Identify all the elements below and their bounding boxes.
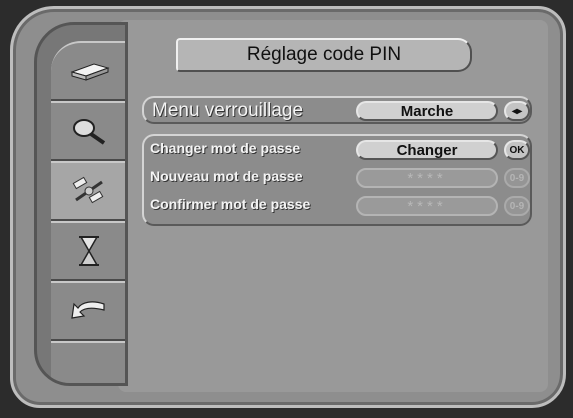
digit-keys-icon: 0-9 bbox=[504, 196, 530, 216]
lock-menu-label: Menu verrouillage bbox=[152, 100, 304, 121]
satellite-icon bbox=[72, 176, 104, 204]
sidebar-item-timer[interactable] bbox=[51, 221, 125, 281]
hourglass-icon bbox=[79, 236, 99, 266]
sidebar-item-search[interactable] bbox=[51, 101, 125, 161]
lock-menu-value[interactable]: Marche bbox=[356, 101, 498, 121]
sidebar bbox=[34, 22, 128, 386]
ok-key-icon: OK bbox=[504, 140, 530, 160]
change-password-button[interactable]: Changer bbox=[356, 140, 498, 160]
page-title: Réglage code PIN bbox=[176, 38, 472, 72]
confirm-password-input[interactable]: **** bbox=[356, 196, 498, 216]
sidebar-item-satellite[interactable] bbox=[51, 161, 125, 221]
sidebar-item-installation[interactable] bbox=[51, 41, 125, 101]
exit-arrow-icon bbox=[71, 301, 105, 319]
receiver-box-icon bbox=[70, 63, 110, 81]
lock-menu-row[interactable]: Menu verrouillage Marche ◂▸ bbox=[142, 96, 532, 124]
new-password-input[interactable]: **** bbox=[356, 168, 498, 188]
tv-screen: Réglage code PIN Menu verrouillage March… bbox=[0, 0, 573, 418]
sidebar-item-empty bbox=[51, 341, 125, 383]
digit-keys-icon: 0-9 bbox=[504, 168, 530, 188]
new-password-label: Nouveau mot de passe bbox=[150, 168, 303, 184]
confirm-password-label: Confirmer mot de passe bbox=[150, 196, 311, 212]
sidebar-item-exit[interactable] bbox=[51, 281, 125, 341]
change-password-label: Changer mot de passe bbox=[150, 140, 301, 156]
left-right-arrows-icon[interactable]: ◂▸ bbox=[504, 101, 530, 121]
magnifier-icon bbox=[73, 119, 106, 145]
password-group: Changer mot de passe Changer OK Nouveau … bbox=[142, 134, 532, 226]
